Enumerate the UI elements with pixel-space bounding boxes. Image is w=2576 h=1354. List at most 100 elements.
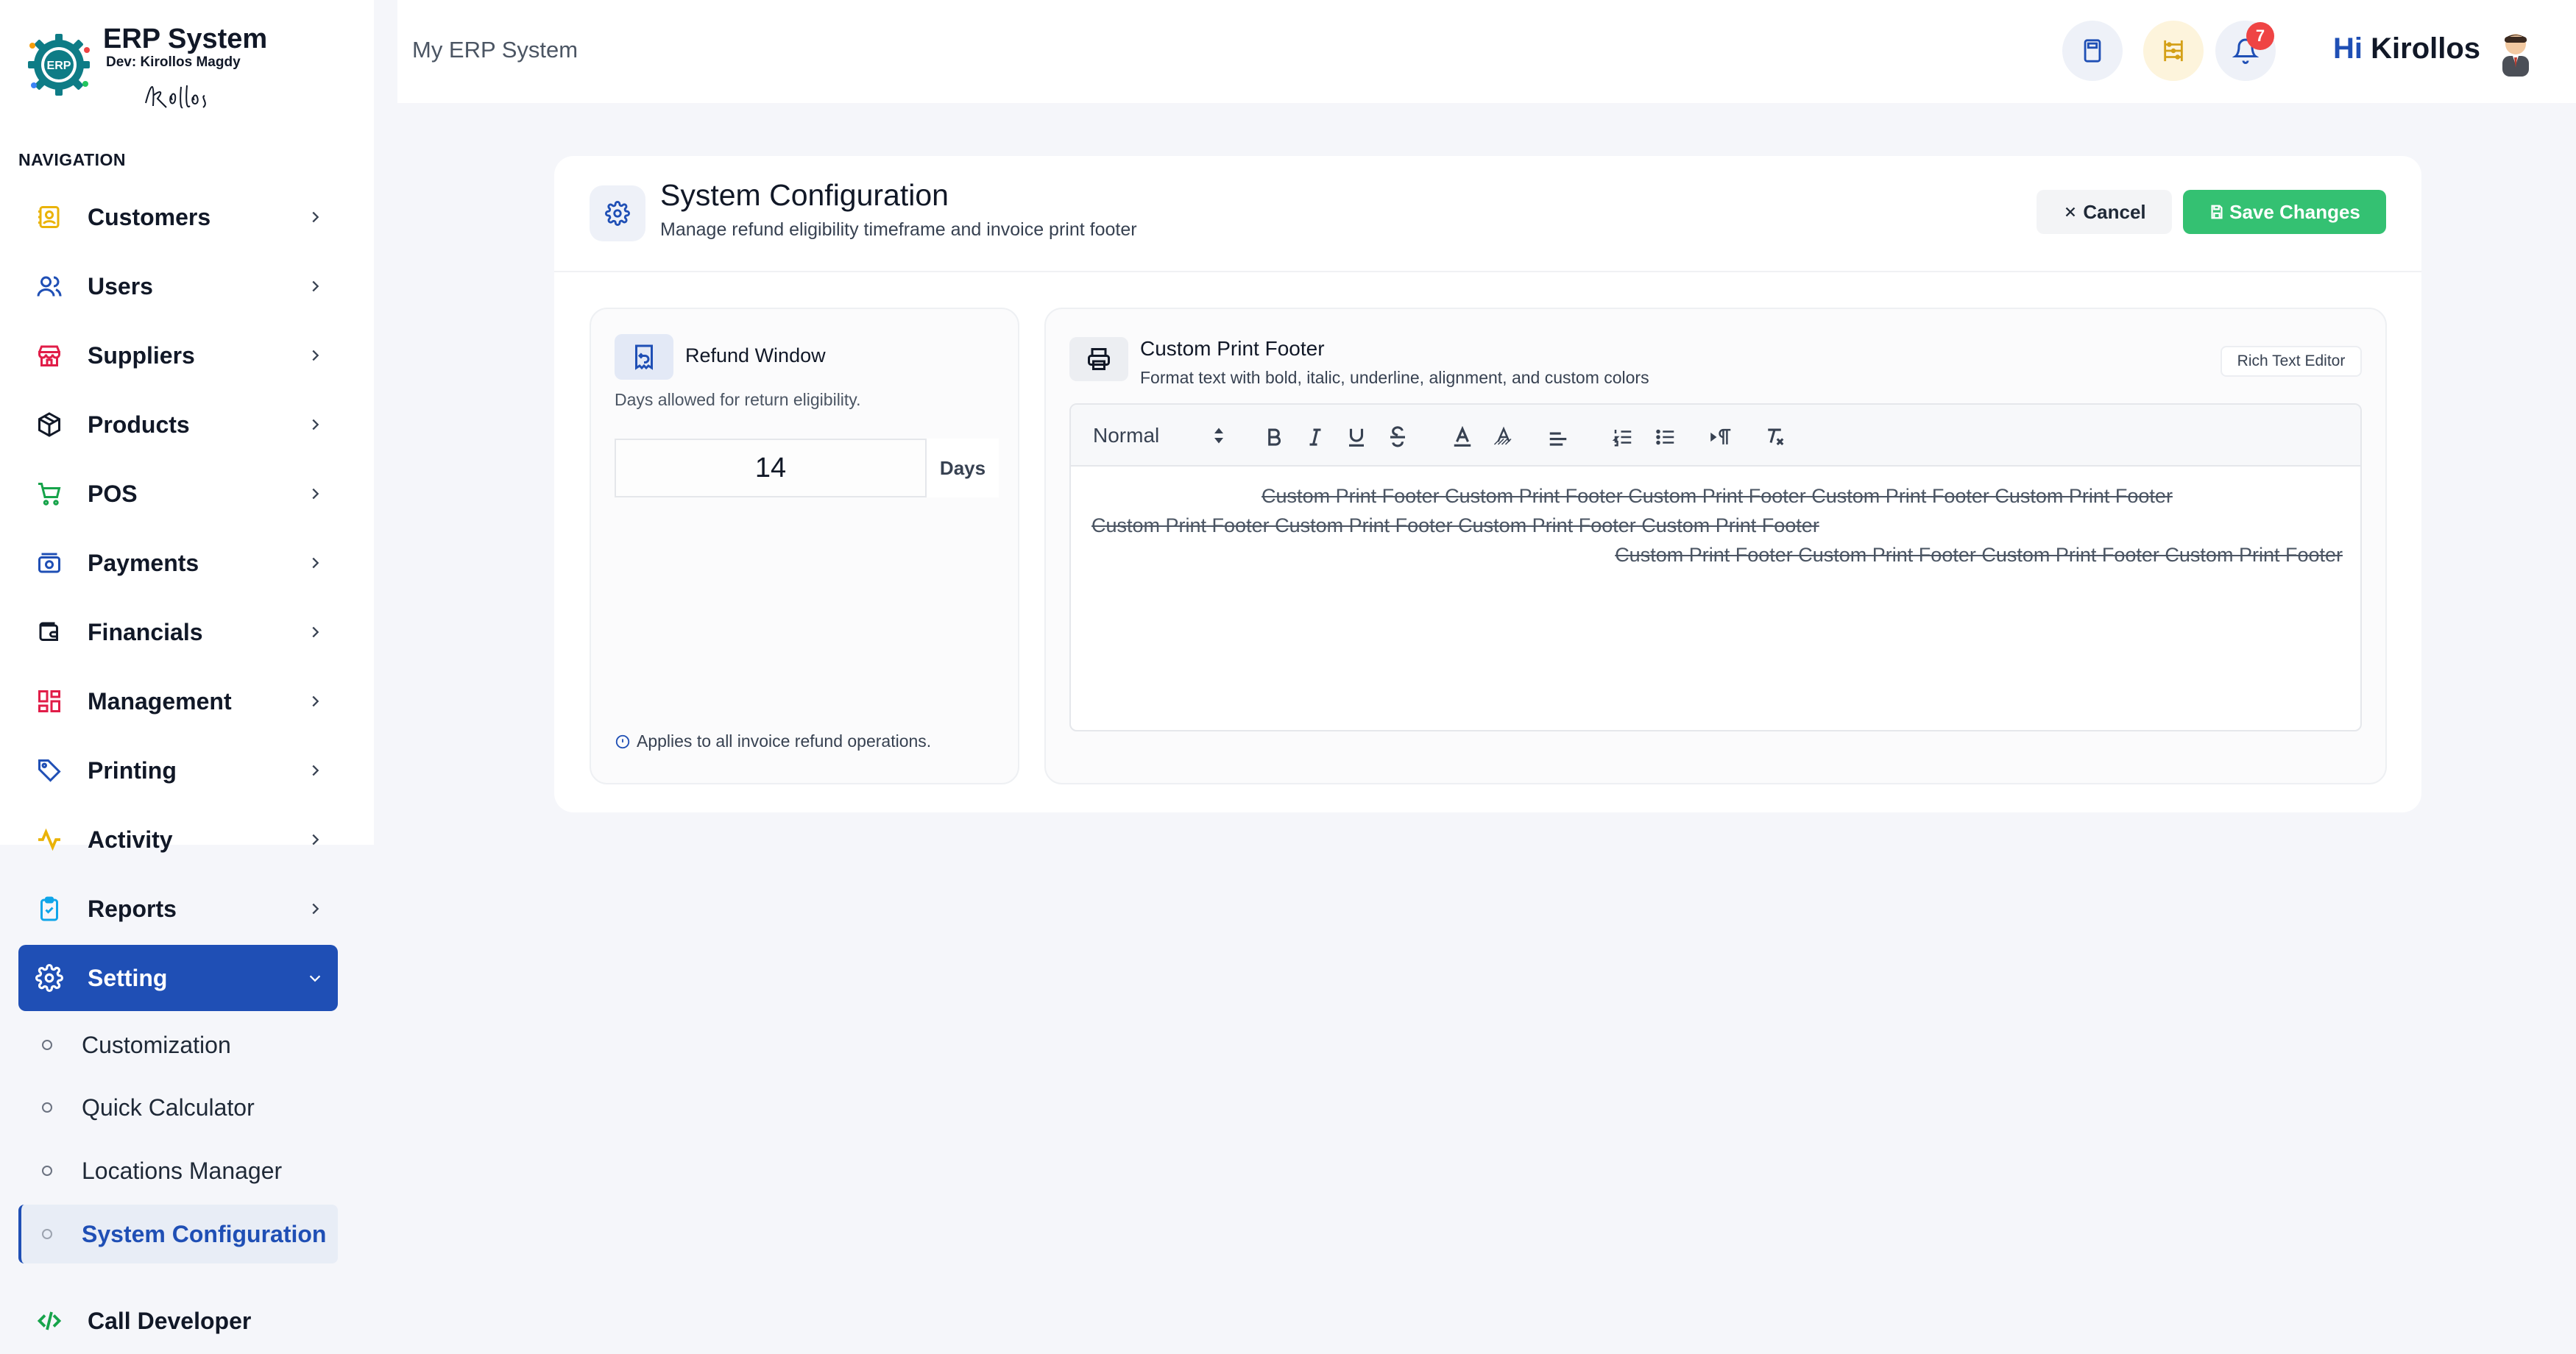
text-direction-button[interactable] bbox=[1705, 421, 1738, 453]
editor-line: Custom Print Footer Custom Print Footer … bbox=[1615, 544, 2343, 566]
chevron-right-icon bbox=[304, 414, 326, 436]
brand[interactable]: ERP ERP System Dev: Kirollos Magdy bbox=[21, 21, 286, 109]
tag-icon bbox=[33, 754, 66, 787]
payments-icon bbox=[33, 547, 66, 579]
sidebar-subitem-system-configuration[interactable]: System Configuration bbox=[18, 1205, 338, 1263]
sidebar-item-label: Payments bbox=[88, 549, 199, 576]
sidebar-subitem-customization[interactable]: Customization bbox=[18, 1016, 338, 1074]
bullet-list-button[interactable] bbox=[1649, 421, 1682, 453]
editor-toolbar: Normal bbox=[1071, 405, 2360, 467]
user-name: Kirollos bbox=[2371, 32, 2481, 65]
italic-icon bbox=[1309, 428, 1321, 446]
sidebar-subitem-quick-calculator[interactable]: Quick Calculator bbox=[18, 1078, 338, 1137]
signature-icon bbox=[145, 85, 206, 109]
abacus-button[interactable] bbox=[2143, 21, 2204, 81]
brand-title: ERP System bbox=[103, 24, 268, 54]
notifications-button[interactable]: 7 bbox=[2215, 21, 2276, 81]
sidebar-subitem-label: Locations Manager bbox=[82, 1157, 283, 1184]
chevron-right-icon bbox=[304, 275, 326, 297]
sidebar-item-financials[interactable]: Financials bbox=[18, 599, 338, 665]
sidebar-item-setting[interactable]: Setting bbox=[18, 945, 338, 1011]
sidebar-item-reports[interactable]: Reports bbox=[18, 876, 338, 942]
sidebar-item-label: Users bbox=[88, 272, 153, 299]
abacus-icon bbox=[2164, 40, 2183, 62]
sidebar-item-customers[interactable]: Customers bbox=[18, 184, 338, 250]
refund-note: Applies to all invoice refund operations… bbox=[615, 731, 931, 751]
sidebar-item-payments[interactable]: Payments bbox=[18, 530, 338, 596]
cancel-label: Cancel bbox=[2083, 200, 2146, 223]
chevron-right-icon bbox=[304, 690, 326, 712]
sidebar-item-call-developer[interactable]: Call Developer bbox=[18, 1288, 338, 1354]
sidebar-item-activity[interactable]: Activity bbox=[18, 807, 338, 873]
ordered-list-icon bbox=[1612, 430, 1632, 447]
bold-icon bbox=[1268, 428, 1281, 446]
calculator-icon bbox=[2084, 39, 2101, 63]
activity-icon bbox=[33, 823, 66, 856]
sidebar-item-label: Printing bbox=[88, 756, 177, 784]
underline-icon bbox=[1349, 428, 1364, 447]
strikethrough-icon bbox=[1390, 426, 1405, 447]
user-greeting[interactable]: Hi Kirollos bbox=[2333, 32, 2480, 65]
text-color-button[interactable] bbox=[1446, 421, 1479, 453]
sidebar-item-label: Setting bbox=[88, 964, 168, 991]
refund-note-text: Applies to all invoice refund operations… bbox=[637, 731, 932, 751]
highlight-icon bbox=[1493, 426, 1512, 445]
bold-button[interactable] bbox=[1258, 421, 1290, 453]
sidebar-subitem-label: Customization bbox=[82, 1031, 231, 1058]
sidebar-item-management[interactable]: Management bbox=[18, 668, 338, 734]
bullet-icon bbox=[42, 1229, 52, 1239]
topbar: My ERP System 7 Hi Kirollos bbox=[397, 0, 2576, 103]
chevron-right-icon bbox=[304, 206, 326, 228]
sidebar-item-label: Reports bbox=[88, 895, 177, 922]
chevron-right-icon bbox=[304, 344, 326, 366]
sidebar-item-pos[interactable]: POS bbox=[18, 461, 338, 527]
refund-days-input[interactable] bbox=[615, 439, 927, 497]
printer-icon bbox=[1069, 337, 1128, 381]
sidebar-item-products[interactable]: Products bbox=[18, 391, 338, 458]
save-changes-button[interactable]: Save Changes bbox=[2183, 190, 2386, 234]
info-icon bbox=[615, 734, 630, 748]
sidebar-item-label: POS bbox=[88, 480, 138, 507]
sidebar-item-suppliers[interactable]: Suppliers bbox=[18, 322, 338, 389]
sidebar-item-label: Call Developer bbox=[88, 1307, 252, 1334]
sidebar-subitem-locations-manager[interactable]: Locations Manager bbox=[18, 1141, 338, 1200]
editor-line: Custom Print Footer Custom Print Footer … bbox=[1091, 514, 1819, 536]
sidebar-item-users[interactable]: Users bbox=[18, 253, 338, 319]
refund-window-title: Refund Window bbox=[685, 344, 826, 366]
format-select[interactable]: Normal bbox=[1093, 421, 1225, 450]
bullet-icon bbox=[42, 1166, 52, 1176]
close-icon bbox=[2066, 207, 2076, 217]
sidebar-item-label: Suppliers bbox=[88, 341, 195, 369]
underline-button[interactable] bbox=[1340, 421, 1373, 453]
rich-text-editor: Normal Custom Print Footer Custom Print … bbox=[1069, 403, 2362, 731]
cancel-button[interactable]: Cancel bbox=[2037, 190, 2172, 234]
avatar[interactable] bbox=[2492, 26, 2539, 77]
page-title: System Configuration bbox=[660, 178, 949, 212]
ordered-list-button[interactable] bbox=[1607, 421, 1639, 453]
clear-format-button[interactable] bbox=[1758, 421, 1791, 453]
brand-dev-credit: Dev: Kirollos Magdy bbox=[106, 54, 241, 70]
box-icon bbox=[33, 408, 66, 441]
italic-button[interactable] bbox=[1299, 421, 1331, 453]
save-icon bbox=[2211, 205, 2223, 219]
format-select-value: Normal bbox=[1093, 424, 1160, 447]
calculator-button[interactable] bbox=[2062, 21, 2123, 81]
clear-format-icon bbox=[1768, 428, 1784, 446]
header-divider bbox=[554, 271, 2421, 272]
strike-button[interactable] bbox=[1381, 421, 1414, 453]
print-footer-panel: Custom Print Footer Format text with bol… bbox=[1044, 308, 2387, 784]
erp-gear-logo-icon: ERP bbox=[28, 34, 90, 96]
chevron-right-icon bbox=[304, 552, 326, 574]
text-direction-icon bbox=[1710, 428, 1731, 444]
chevron-right-icon bbox=[304, 621, 326, 643]
chevron-right-icon bbox=[304, 898, 326, 920]
chevron-right-icon bbox=[304, 483, 326, 505]
editor-content[interactable]: Custom Print Footer Custom Print Footer … bbox=[1091, 481, 2343, 570]
page-subtitle: Manage refund eligibility timeframe and … bbox=[660, 219, 1137, 240]
sidebar-subitem-label: System Configuration bbox=[82, 1220, 327, 1247]
background-color-button[interactable] bbox=[1487, 421, 1520, 453]
sidebar-item-printing[interactable]: Printing bbox=[18, 737, 338, 804]
customers-icon bbox=[33, 201, 66, 233]
nav-heading: NAVIGATION bbox=[18, 150, 126, 169]
align-button[interactable] bbox=[1542, 421, 1574, 453]
